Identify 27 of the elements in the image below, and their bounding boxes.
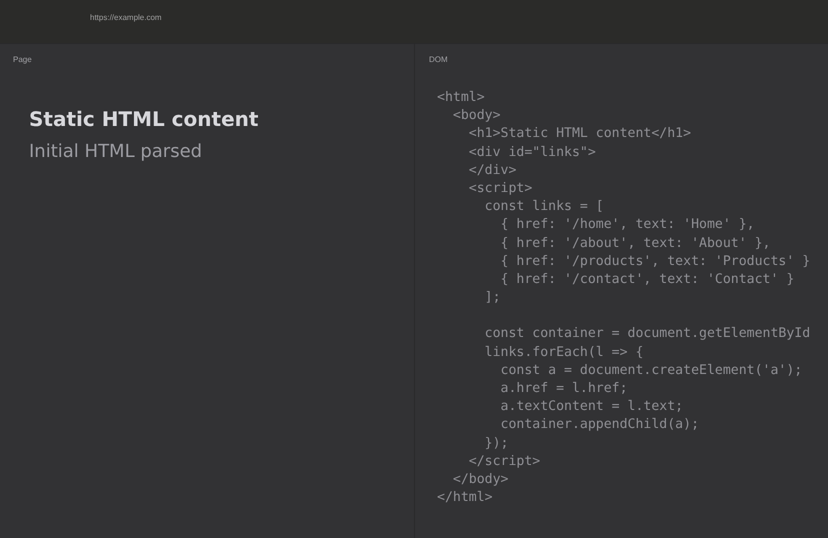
code-line: const a = document.createElement('a'); — [500, 362, 802, 380]
code-line: links.forEach(l => { — [484, 344, 644, 362]
code-line: const container = document.getElementById — [484, 325, 810, 344]
code-line: a.href = l.href; — [500, 380, 628, 398]
panel-label: DOM — [429, 55, 448, 64]
page-heading: Static HTML content — [29, 107, 258, 131]
code-line: const links = [ — [484, 198, 604, 216]
code-line: }); — [484, 434, 508, 453]
code-line: ]; — [484, 289, 501, 308]
code-line: </html> — [437, 489, 493, 508]
code-line: { href: '/contact', text: 'Contact' } — [500, 270, 794, 289]
code-line: <h1>Static HTML content</h1> — [468, 125, 692, 144]
code-line: </div> — [468, 162, 516, 180]
page-subtitle: Initial HTML parsed — [29, 141, 202, 162]
code-line: { href: '/products', text: 'Products' } — [500, 252, 810, 271]
panel-label: Page — [13, 55, 32, 64]
code-line: </body> — [452, 470, 508, 489]
code-line: container.appendChild(a); — [500, 416, 700, 434]
code-line: <div id="links"> — [468, 144, 596, 162]
code-line: { href: '/about', text: 'About' }, — [500, 234, 770, 252]
code-line: a.textContent = l.text; — [500, 398, 684, 416]
code-line: <html> — [437, 89, 485, 107]
code-line: <body> — [452, 107, 501, 126]
code-line: <script> — [468, 180, 532, 198]
url-text: https://example.com — [90, 13, 162, 22]
code-line: </script> — [468, 452, 540, 471]
code-line: { href: '/home', text: 'Home' }, — [500, 216, 755, 234]
